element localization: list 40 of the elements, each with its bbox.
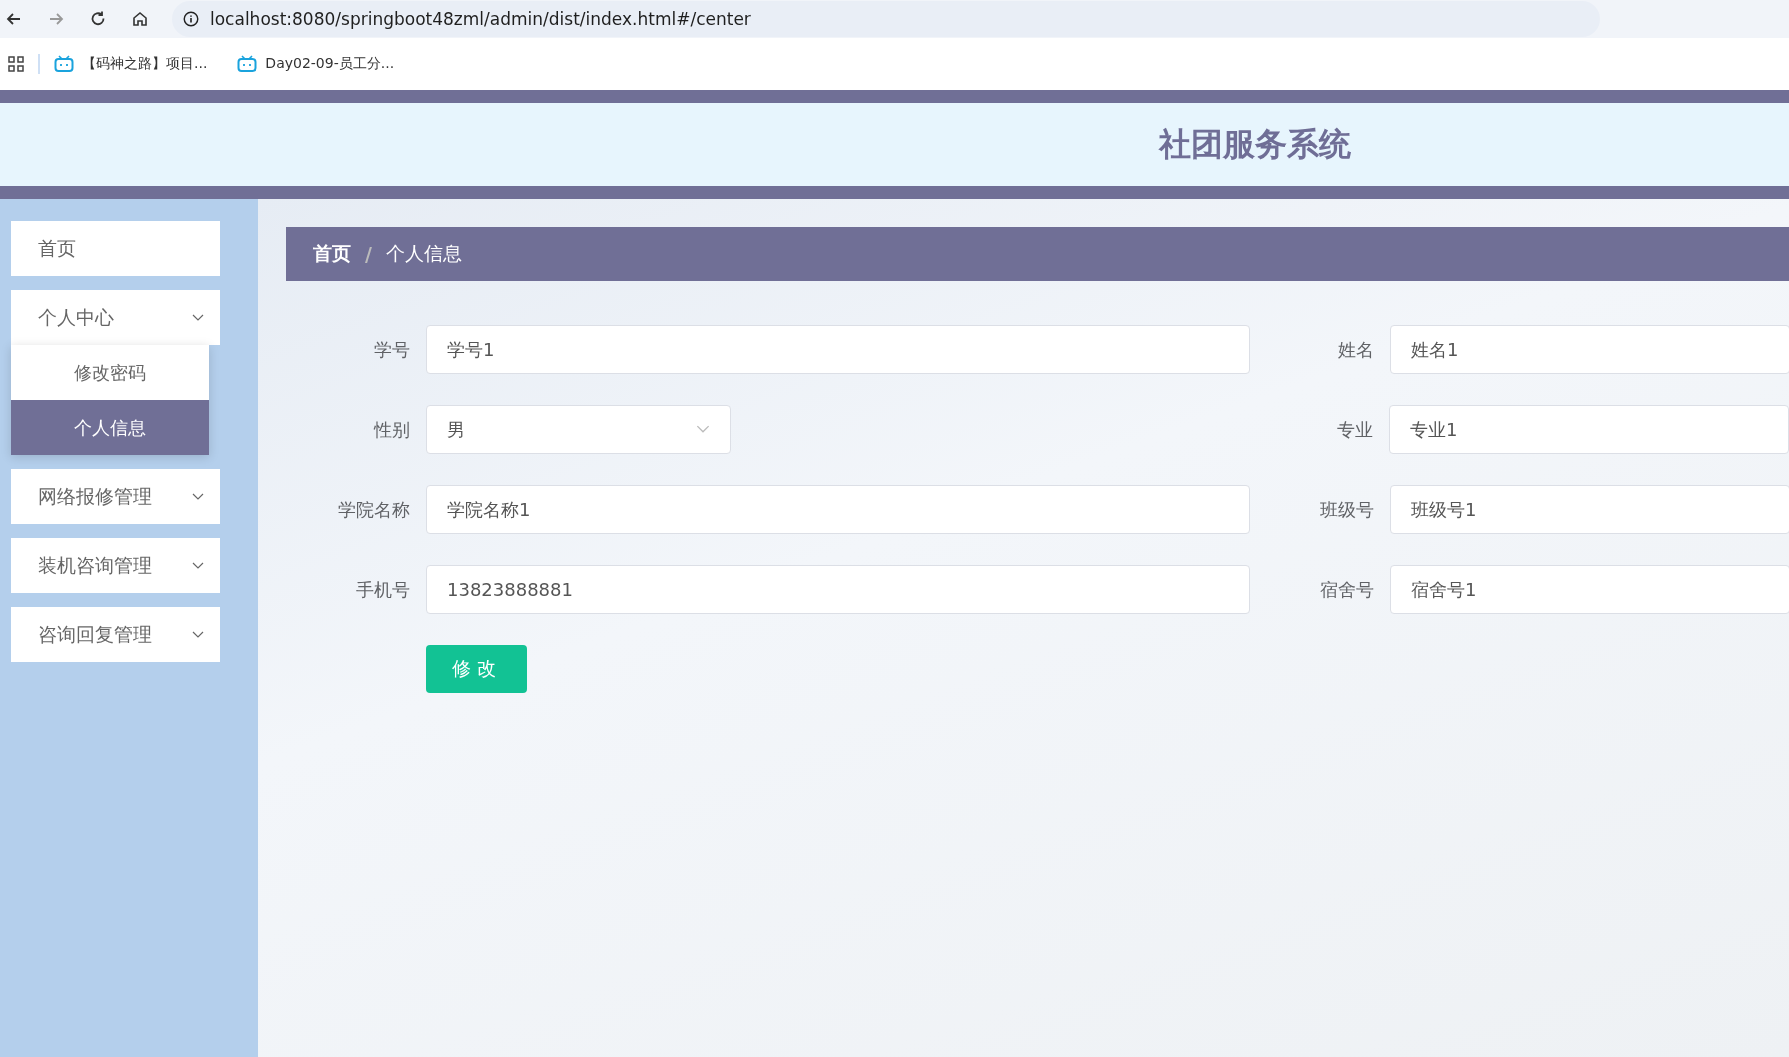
- input-field[interactable]: 专业1: [1389, 405, 1789, 454]
- input-field[interactable]: 姓名1: [1390, 325, 1789, 374]
- bookmark[interactable]: 【码神之路】项目...: [54, 55, 208, 73]
- chevron-down-icon: [192, 561, 204, 570]
- field-label: 学院名称: [337, 497, 411, 522]
- select-field[interactable]: 男: [426, 405, 731, 454]
- chevron-down-icon: [696, 425, 710, 434]
- input-field[interactable]: 学院名称1: [426, 485, 1250, 534]
- input-field[interactable]: 宿舍号1: [1390, 565, 1789, 614]
- field-label: 姓名: [1337, 337, 1375, 362]
- home-icon[interactable]: [130, 9, 150, 29]
- submenu-item[interactable]: 修改密码: [11, 345, 209, 400]
- chevron-down-icon: [192, 492, 204, 501]
- chevron-down-icon: [192, 313, 204, 322]
- address-bar[interactable]: localhost:8080/springboot48zml/admin/dist/index.html#/center: [172, 1, 1600, 37]
- menu-item[interactable]: 网络报修管理: [11, 469, 220, 524]
- system-title: 社团服务系统: [1158, 123, 1351, 165]
- field-label: 手机号: [355, 577, 411, 602]
- tv-icon: [237, 55, 258, 73]
- input-field[interactable]: 13823888881: [426, 565, 1250, 614]
- chevron-down-icon: [192, 630, 204, 639]
- field-label: 班级号: [1319, 497, 1375, 522]
- field-label: 性别: [372, 417, 411, 442]
- menu-item[interactable]: 个人中心: [11, 290, 220, 345]
- menu-item[interactable]: 咨询回复管理: [11, 607, 220, 662]
- field-label: 学号: [373, 337, 411, 362]
- submenu-item[interactable]: 个人信息: [11, 400, 209, 455]
- url-text: localhost:8080/springboot48zml/admin/dist/index.html#/center: [210, 9, 751, 29]
- menu-item[interactable]: 装机咨询管理: [11, 538, 220, 593]
- input-field[interactable]: 学号1: [426, 325, 1250, 374]
- breadcrumb-link[interactable]: 首页: [313, 241, 351, 267]
- field-label: 专业: [1336, 417, 1374, 442]
- bookmark[interactable]: Day02-09-员工分...: [237, 55, 395, 73]
- menu-item[interactable]: 首页: [11, 221, 220, 276]
- input-field[interactable]: 班级号1: [1390, 485, 1789, 534]
- field-label: 宿舍号: [1319, 577, 1375, 602]
- breadcrumb-separator: /: [365, 243, 372, 265]
- apps-grid-icon[interactable]: [8, 56, 24, 72]
- info-icon[interactable]: [182, 10, 200, 28]
- tv-icon: [54, 55, 74, 73]
